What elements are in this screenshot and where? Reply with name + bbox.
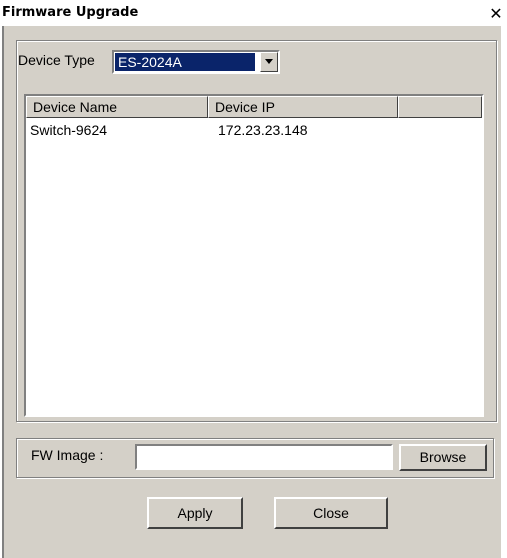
- column-header-device-ip[interactable]: Device IP: [208, 96, 398, 118]
- fw-image-field[interactable]: [135, 444, 393, 470]
- dialog-body: Device Type ES-2024A Device Name Device …: [2, 26, 503, 558]
- device-type-select[interactable]: ES-2024A: [112, 50, 280, 74]
- cell-device-ip: 172.23.23.148: [218, 122, 308, 138]
- column-header-empty[interactable]: [398, 96, 482, 118]
- fw-image-group: FW Image : Browse: [16, 438, 494, 478]
- dropdown-button[interactable]: [260, 52, 278, 72]
- device-type-selected-value: ES-2024A: [115, 53, 255, 71]
- close-button[interactable]: Close: [274, 497, 388, 529]
- chevron-down-icon: [265, 59, 273, 64]
- title-bar[interactable]: Firmware Upgrade ✕: [0, 0, 507, 26]
- device-table[interactable]: Device Name Device IP Switch-9624 172.23…: [24, 94, 484, 417]
- apply-button[interactable]: Apply: [147, 497, 243, 529]
- fw-image-label: FW Image :: [31, 447, 104, 463]
- table-header: Device Name Device IP: [26, 96, 482, 118]
- cell-device-name: Switch-9624: [30, 122, 108, 138]
- firmware-upgrade-dialog: Firmware Upgrade ✕ Device Type ES-2024A …: [0, 0, 507, 558]
- close-icon[interactable]: ✕: [487, 5, 505, 23]
- window-title: Firmware Upgrade: [2, 5, 139, 20]
- browse-button[interactable]: Browse: [399, 444, 487, 471]
- device-type-label: Device Type: [18, 52, 95, 68]
- column-header-device-name[interactable]: Device Name: [26, 96, 208, 118]
